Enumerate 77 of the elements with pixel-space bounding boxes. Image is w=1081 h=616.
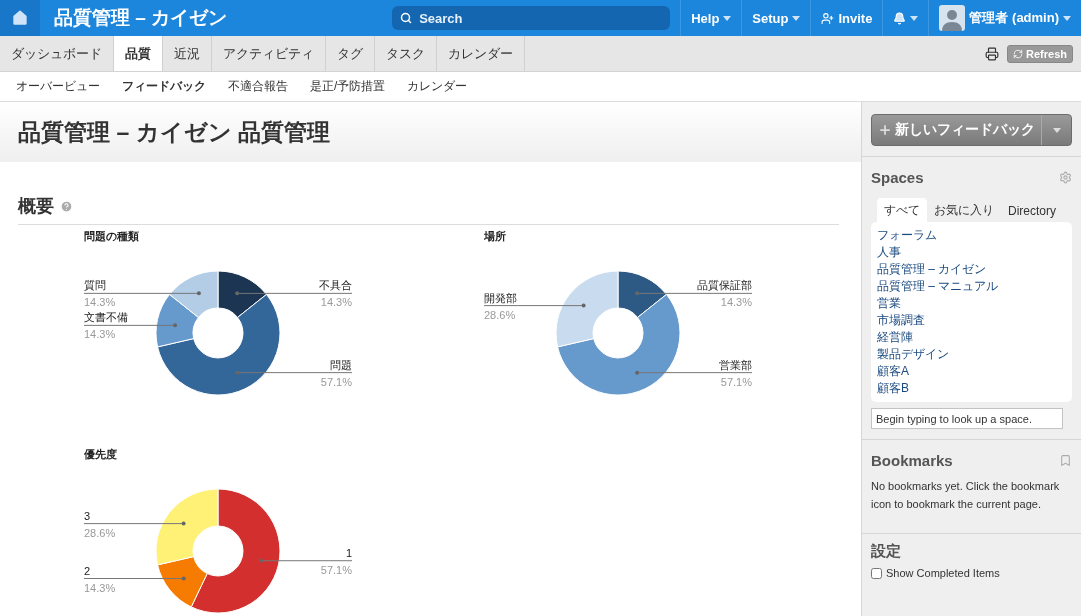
caret-icon xyxy=(1063,15,1071,21)
space-link[interactable]: 市場調査 xyxy=(877,312,1066,329)
nav-tab[interactable]: アクティビティ xyxy=(212,36,326,71)
space-link[interactable]: 品質管理 – マニュアル xyxy=(877,278,1066,295)
space-link[interactable]: 人事 xyxy=(877,244,1066,261)
subnav-link[interactable]: カレンダー xyxy=(407,78,468,95)
slice-label: 質問 xyxy=(84,279,106,292)
user-plus-icon xyxy=(821,11,835,25)
page-title: 品質管理 – カイゼン 品質管理 xyxy=(18,117,330,147)
space-link[interactable]: 顧客A xyxy=(877,363,1066,380)
slice-percent: 57.1% xyxy=(320,563,352,576)
slice-label: 営業部 xyxy=(719,358,752,371)
slice-percent: 14.3% xyxy=(720,296,752,309)
bookmarks-text: No bookmarks yet. Click the bookmark icon to bookmark the current page. xyxy=(871,479,1061,512)
slice-label: 文書不備 xyxy=(84,311,128,324)
space-link[interactable]: 営業 xyxy=(877,295,1066,312)
settings-icon[interactable] xyxy=(1059,171,1072,184)
nav-tab[interactable]: タスク xyxy=(375,36,437,71)
space-link[interactable]: 経営陣 xyxy=(877,329,1066,346)
refresh-icon xyxy=(1013,48,1024,59)
space-link[interactable]: 顧客B xyxy=(877,380,1066,397)
slice-percent: 14.3% xyxy=(84,296,116,309)
printer-icon xyxy=(985,46,1000,61)
avatar-icon xyxy=(939,5,966,31)
slice-percent: 14.3% xyxy=(84,581,116,594)
slice-label: 品質保証部 xyxy=(697,279,752,292)
spaces-tab[interactable]: Directory xyxy=(1001,198,1063,222)
chart-title: 問題の種類 xyxy=(84,230,139,242)
home-icon xyxy=(10,8,30,28)
checkbox-label: Show Completed Items xyxy=(886,567,1000,579)
chart-title: 場所 xyxy=(484,230,506,242)
spaces-title: Spaces xyxy=(871,169,924,186)
slice-percent: 57.1% xyxy=(320,375,352,388)
home-button[interactable] xyxy=(0,0,40,36)
plus-icon xyxy=(878,123,892,137)
nav-tab[interactable]: 近況 xyxy=(163,36,212,71)
nav-tab[interactable]: タグ xyxy=(326,36,375,71)
slice-label: 2 xyxy=(84,564,91,577)
app-title: 品質管理 – カイゼン xyxy=(53,6,229,30)
section-title: 概要 xyxy=(18,195,54,218)
chart-title: 優先度 xyxy=(84,448,117,460)
subnav-link[interactable]: オーバービュー xyxy=(16,78,100,95)
search-input[interactable]: Search xyxy=(417,9,652,27)
bookmark-icon[interactable] xyxy=(1059,454,1072,467)
spaces-tab[interactable]: お気に入り xyxy=(927,198,1001,222)
bookmarks-title: Bookmarks xyxy=(871,452,953,469)
slice-percent: 28.6% xyxy=(484,308,516,321)
slice-label: 問題 xyxy=(330,358,352,371)
search-icon xyxy=(400,12,413,24)
help-icon[interactable] xyxy=(60,199,73,213)
space-link[interactable]: フォーラム xyxy=(877,227,1066,244)
spaces-tab[interactable]: すべて xyxy=(877,198,927,222)
nav-tab[interactable]: 品質 xyxy=(114,36,163,71)
slice-label: 3 xyxy=(84,509,91,522)
bell-icon xyxy=(893,11,907,25)
space-lookup-field[interactable]: Begin typing to look up a space. xyxy=(871,408,1063,429)
subnav-link[interactable]: 是正/予防措置 xyxy=(310,78,386,95)
caret-icon xyxy=(910,15,919,21)
subnav-link[interactable]: 不適合報告 xyxy=(228,78,288,95)
space-link[interactable]: 品質管理 – カイゼン xyxy=(877,261,1066,278)
print-button[interactable] xyxy=(985,46,1000,61)
search-field[interactable]: Search xyxy=(392,6,671,30)
slice-percent: 57.1% xyxy=(720,375,752,388)
slice-label: 開発部 xyxy=(484,291,517,304)
caret-icon xyxy=(792,15,801,21)
nav-tab[interactable]: カレンダー xyxy=(437,36,525,71)
slice-percent: 14.3% xyxy=(320,296,352,309)
slice-percent: 28.6% xyxy=(84,526,116,539)
slice-label: 1 xyxy=(345,546,352,559)
slice-percent: 14.3% xyxy=(84,328,116,341)
space-link[interactable]: 製品デザイン xyxy=(877,346,1066,363)
caret-icon xyxy=(1052,127,1061,133)
caret-icon xyxy=(723,15,732,21)
slice-label: 不具合 xyxy=(319,279,352,292)
settings-title: 設定 xyxy=(871,542,902,561)
subnav-link[interactable]: フィードバック xyxy=(122,78,206,95)
checkbox[interactable] xyxy=(871,567,882,579)
